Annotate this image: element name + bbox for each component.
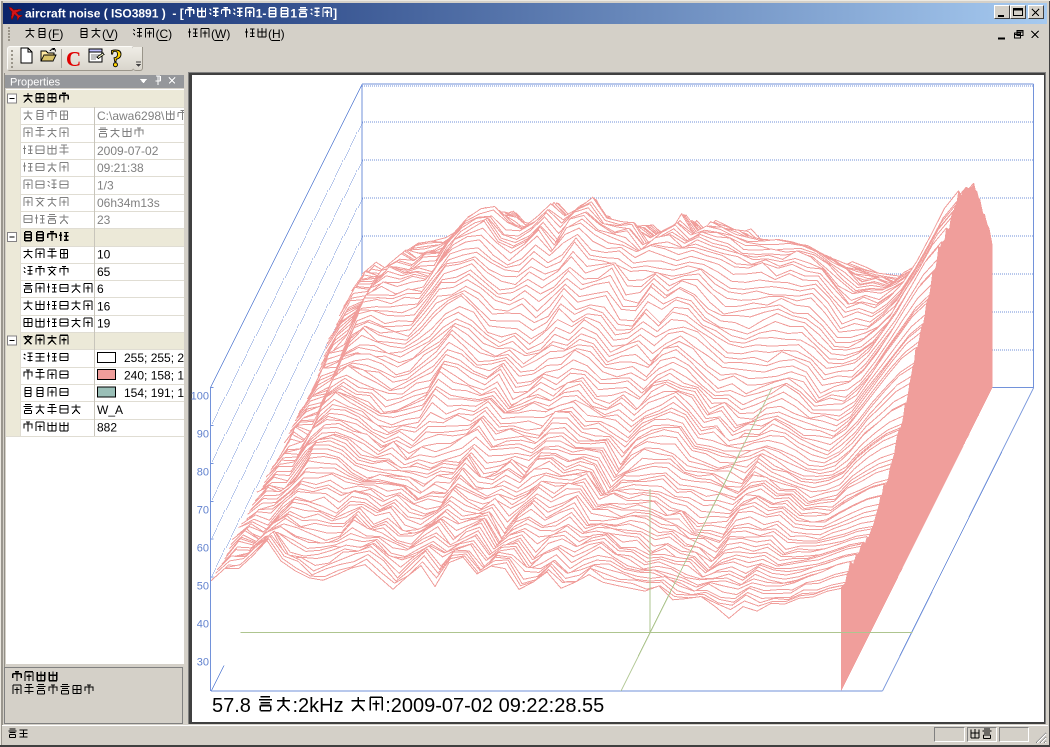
svg-text:50: 50 xyxy=(197,580,209,592)
svg-text:1/3: 1/3 xyxy=(97,178,114,192)
svg-text:aircraft noise ( ISO3891 ) -: aircraft noise ( ISO3891 ) - [ xyxy=(25,6,184,20)
svg-text:Properties: Properties xyxy=(10,76,61,88)
svg-text:40: 40 xyxy=(197,618,209,630)
svg-text:1-: 1- xyxy=(256,6,267,20)
svg-text::2009-07-02 09:22:28.55: :2009-07-02 09:22:28.55 xyxy=(385,695,604,717)
svg-text::2kHz: :2kHz xyxy=(293,695,350,717)
svg-text:60: 60 xyxy=(197,542,209,554)
svg-text:]: ] xyxy=(333,6,337,20)
svg-text:16: 16 xyxy=(97,299,111,313)
svg-text:2009-07-02: 2009-07-02 xyxy=(97,144,159,158)
svg-text:10: 10 xyxy=(97,248,111,262)
svg-text:80: 80 xyxy=(197,467,209,479)
svg-text:6: 6 xyxy=(97,282,104,296)
svg-text:?: ? xyxy=(110,46,123,73)
svg-text:70: 70 xyxy=(197,505,209,517)
svg-text:65: 65 xyxy=(97,265,111,279)
svg-text:100: 100 xyxy=(191,391,209,403)
svg-text:23: 23 xyxy=(97,213,111,227)
svg-text:240; 158; 155: 240; 158; 155 xyxy=(124,369,198,383)
svg-text:154; 191; 183: 154; 191; 183 xyxy=(124,386,198,400)
svg-text:C:\awa6298\: C:\awa6298\ xyxy=(97,109,165,123)
svg-text:C: C xyxy=(66,47,81,71)
svg-text:W_A: W_A xyxy=(97,403,123,417)
svg-text:09:21:38: 09:21:38 xyxy=(97,161,144,175)
svg-text:1: 1 xyxy=(290,6,297,20)
svg-text:882: 882 xyxy=(97,421,117,435)
svg-text:(W): (W) xyxy=(211,27,230,41)
svg-text:(F): (F) xyxy=(48,27,63,41)
svg-text:(V): (V) xyxy=(102,27,118,41)
svg-text:19: 19 xyxy=(97,317,111,331)
svg-text:30: 30 xyxy=(197,656,209,668)
svg-text:90: 90 xyxy=(197,429,209,441)
svg-text:06h34m13s: 06h34m13s xyxy=(97,196,160,210)
svg-text:(C): (C) xyxy=(156,27,173,41)
svg-text:57.8: 57.8 xyxy=(212,695,256,717)
svg-text:(H): (H) xyxy=(268,27,285,41)
svg-text:255; 255; 255: 255; 255; 255 xyxy=(124,351,198,365)
